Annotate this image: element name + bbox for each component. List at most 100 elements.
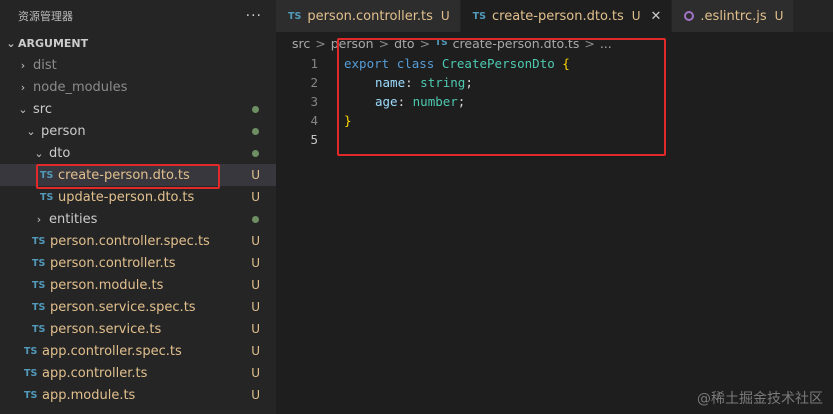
tree-folder-node-modules[interactable]: › node_modules	[0, 76, 276, 98]
untracked-status: U	[251, 300, 260, 314]
line-number: 3	[310, 94, 318, 109]
keyword: export	[344, 56, 390, 71]
typescript-file-icon: TS	[435, 38, 448, 48]
root-folder-label: ARGUMENT	[18, 36, 89, 50]
untracked-status: U	[251, 256, 260, 270]
code-editor[interactable]: 1 export class CreatePersonDto { 2 name:…	[276, 54, 833, 149]
editor-tab-bar: TS person.controller.ts U TS create-pers…	[276, 0, 833, 32]
property-name: age	[375, 94, 398, 109]
property-name: name	[375, 75, 406, 90]
typescript-file-icon: TS	[472, 10, 486, 22]
tab-person-controller[interactable]: TS person.controller.ts U	[276, 0, 461, 32]
chevron-down-icon: ⌄	[26, 124, 36, 138]
typescript-file-icon: TS	[32, 257, 46, 269]
line-number: 2	[310, 75, 318, 90]
tree-item-label: src	[33, 101, 52, 117]
typescript-file-icon: TS	[32, 301, 46, 313]
tree-file-app-module[interactable]: TS app.module.ts U	[0, 384, 276, 406]
tree-item-label: dto	[49, 145, 71, 161]
tree-file-create-person-dto[interactable]: TS create-person.dto.ts U	[0, 164, 276, 186]
chevron-right-icon: >	[419, 35, 431, 51]
untracked-status: U	[251, 388, 260, 402]
class-name: CreatePersonDto	[441, 56, 555, 71]
line-number: 5	[310, 132, 318, 147]
untracked-status: U	[631, 9, 641, 23]
tree-folder-dto[interactable]: ⌄ dto	[0, 142, 276, 164]
tree-item-label: person.controller.ts	[50, 255, 176, 271]
tree-file-person-service-spec[interactable]: TS person.service.spec.ts U	[0, 296, 276, 318]
colon: :	[397, 94, 406, 109]
tab-eslintrc[interactable]: .eslintrc.js U	[672, 0, 795, 32]
keyword: class	[396, 56, 435, 71]
modified-dot-icon	[252, 149, 259, 157]
more-actions-icon[interactable]: ···	[246, 8, 262, 24]
chevron-right-icon: >	[315, 35, 326, 51]
tree-item-label: person.module.ts	[50, 277, 164, 293]
untracked-status: U	[251, 278, 260, 292]
brace: {	[562, 56, 570, 71]
editor-area: TS person.controller.ts U TS create-pers…	[276, 0, 833, 414]
untracked-status: U	[774, 9, 784, 23]
untracked-status: U	[251, 366, 260, 380]
tree-file-update-person-dto[interactable]: TS update-person.dto.ts U	[0, 186, 276, 208]
close-icon[interactable]: ✕	[651, 9, 662, 24]
chevron-down-icon: ⌄	[6, 36, 16, 50]
semicolon: ;	[465, 75, 473, 90]
tree-item-label: node_modules	[33, 79, 128, 95]
typescript-file-icon: TS	[24, 345, 38, 357]
typescript-file-icon: TS	[40, 169, 54, 181]
untracked-status: U	[251, 344, 260, 358]
typescript-file-icon: TS	[32, 279, 46, 291]
explorer-root-folder[interactable]: ⌄ ARGUMENT	[0, 32, 276, 54]
typescript-file-icon: TS	[24, 367, 38, 379]
tree-item-label: entities	[49, 211, 98, 227]
explorer-header: 资源管理器 ···	[0, 0, 276, 32]
untracked-status: U	[251, 322, 260, 336]
typescript-file-icon: TS	[32, 323, 46, 335]
tree-item-label: person.service.ts	[50, 321, 162, 337]
tree-item-label: app.controller.spec.ts	[42, 343, 182, 359]
untracked-status: U	[251, 190, 260, 204]
watermark: @稀土掘金技术社区	[697, 391, 823, 407]
type-name: string	[420, 75, 466, 90]
chevron-right-icon: ›	[20, 80, 26, 94]
typescript-file-icon: TS	[32, 235, 46, 247]
explorer-sidebar: 资源管理器 ··· ⌄ ARGUMENT › dist › node_modul…	[0, 0, 276, 414]
colon: :	[405, 75, 413, 90]
breadcrumb: src > person > dto > TS create-person.dt…	[276, 32, 833, 54]
breadcrumb-item[interactable]: person	[331, 36, 374, 51]
breadcrumb-item[interactable]: ...	[600, 36, 612, 51]
breadcrumb-item[interactable]: create-person.dto.ts	[453, 36, 580, 51]
tree-folder-entities[interactable]: › entities	[0, 208, 276, 230]
tree-folder-src[interactable]: ⌄ src	[0, 98, 276, 120]
tree-item-label: person.controller.spec.ts	[50, 233, 210, 249]
line-number: 1	[310, 56, 318, 71]
brace: }	[344, 113, 352, 128]
chevron-right-icon: ›	[36, 212, 42, 226]
tree-item-label: app.controller.ts	[42, 365, 148, 381]
tree-folder-person[interactable]: ⌄ person	[0, 120, 276, 142]
breadcrumb-item[interactable]: src	[292, 36, 310, 51]
tree-item-label: person	[41, 123, 86, 139]
tree-file-person-module[interactable]: TS person.module.ts U	[0, 274, 276, 296]
tree-file-person-controller-spec[interactable]: TS person.controller.spec.ts U	[0, 230, 276, 252]
tree-item-label: dist	[33, 57, 57, 73]
tab-label: .eslintrc.js	[700, 8, 767, 24]
code-line: 4 }	[276, 111, 833, 130]
breadcrumb-item[interactable]: dto	[394, 36, 414, 51]
tree-file-app-controller-spec[interactable]: TS app.controller.spec.ts U	[0, 340, 276, 362]
tree-folder-dist[interactable]: › dist	[0, 54, 276, 76]
tree-item-label: person.service.spec.ts	[50, 299, 196, 315]
type-name: number	[412, 94, 458, 109]
tree-file-person-service[interactable]: TS person.service.ts U	[0, 318, 276, 340]
tree-file-person-controller[interactable]: TS person.controller.ts U	[0, 252, 276, 274]
code-line: 3 age: number;	[276, 92, 833, 111]
typescript-file-icon: TS	[40, 191, 54, 203]
modified-dot-icon	[252, 215, 259, 223]
explorer-title: 资源管理器	[18, 10, 73, 23]
code-line: 5	[276, 130, 833, 149]
typescript-file-icon: TS	[288, 10, 302, 22]
tree-item-label: create-person.dto.ts	[58, 167, 190, 183]
tab-create-person-dto[interactable]: TS create-person.dto.ts U ✕	[460, 0, 673, 32]
tree-file-app-controller[interactable]: TS app.controller.ts U	[0, 362, 276, 384]
